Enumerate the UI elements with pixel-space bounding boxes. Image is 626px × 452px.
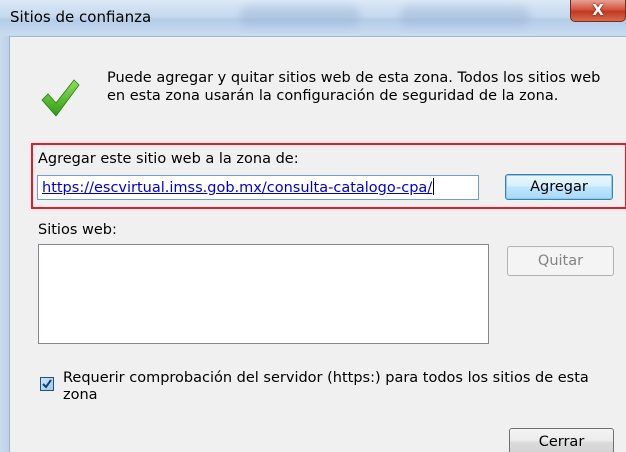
close-button[interactable]: Cerrar xyxy=(509,428,614,452)
websites-label: Sitios web: xyxy=(38,222,117,238)
title-bar-glass xyxy=(240,6,360,26)
url-input[interactable]: https://escvirtual.imss.gob.mx/consulta-… xyxy=(37,175,479,200)
websites-list[interactable] xyxy=(38,244,489,344)
url-input-value: https://escvirtual.imss.gob.mx/consulta-… xyxy=(42,180,433,196)
https-required-checkbox[interactable] xyxy=(40,377,54,391)
title-bar-glass xyxy=(400,6,530,26)
window-frame-left xyxy=(0,36,10,452)
zone-info-text: Puede agregar y quitar sitios web de est… xyxy=(107,70,601,104)
checkmark-icon xyxy=(42,379,52,389)
check-icon xyxy=(41,79,80,117)
title-bar: Sitios de confianza X xyxy=(0,0,626,37)
trusted-sites-dialog: Sitios de confianza X Puede agregar y qu… xyxy=(0,0,626,452)
add-button[interactable]: Agregar xyxy=(505,174,613,200)
text-caret xyxy=(433,178,435,195)
add-site-label: Agregar este sitio web a la zona de: xyxy=(38,151,299,167)
close-window-button[interactable]: X xyxy=(570,0,626,22)
remove-button[interactable]: Quitar xyxy=(507,246,614,276)
close-icon: X xyxy=(592,1,604,19)
window-title: Sitios de confianza xyxy=(10,8,152,26)
https-required-label[interactable]: Requerir comprobación del servidor (http… xyxy=(63,370,603,404)
